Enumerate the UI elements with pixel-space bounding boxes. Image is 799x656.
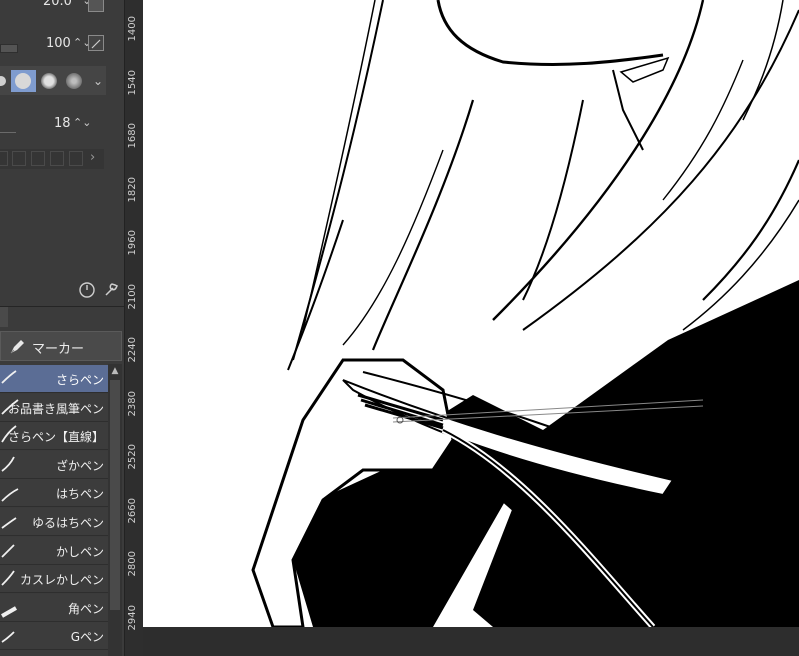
brush-stroke-preview-icon: [1, 631, 15, 644]
ruler-label: 2520: [127, 444, 138, 470]
reset-dial-icon[interactable]: [77, 280, 97, 300]
drawing-canvas[interactable]: [143, 0, 799, 627]
brush-name: はちペン: [55, 487, 104, 502]
chevron-down-icon[interactable]: ⌄: [87, 70, 109, 92]
empty-area: [0, 178, 110, 270]
size-link-icon[interactable]: [88, 0, 104, 12]
brush-stroke-preview-icon: [1, 606, 17, 618]
ruler-label: 2940: [127, 604, 138, 630]
tab-marker-label: マーカー: [32, 342, 85, 357]
texture-cell[interactable]: [31, 151, 45, 166]
texture-cell[interactable]: [50, 151, 64, 166]
brush-stroke-preview-icon: [1, 570, 15, 586]
brush-stroke-preview-icon: [1, 543, 15, 558]
brush-name: ゆるはちペン: [31, 516, 104, 530]
brush-stroke-preview-icon: [1, 456, 15, 472]
brush-item[interactable]: かしペン: [0, 536, 108, 565]
brush-item[interactable]: ゆるはちペン: [0, 508, 108, 536]
ruler-label: 2240: [127, 337, 138, 363]
texture-cell[interactable]: [0, 151, 8, 166]
ruler-label: 2100: [127, 283, 138, 309]
count-value[interactable]: 18: [54, 116, 71, 131]
tip-round-blur-icon[interactable]: [63, 70, 85, 92]
brush-item[interactable]: 角ペン: [0, 593, 108, 622]
brush-item[interactable]: さらペン: [0, 365, 108, 393]
chevron-right-icon[interactable]: ›: [90, 150, 95, 165]
texture-cell[interactable]: [12, 151, 26, 166]
brush-stroke-preview-icon: [1, 517, 17, 529]
brush-name: ざかペン: [55, 458, 104, 473]
brush-name: かしペン: [55, 544, 104, 559]
tool-panel: 20.0 ⌃⌄ 100 ⌃⌄ ⌄ 18 ⌃⌄ › マーカー さらペン お品書き風…: [0, 0, 124, 656]
size-row: 20.0 ⌃⌄: [0, 0, 110, 20]
ruler-label: 1540: [127, 69, 138, 95]
brush-name: 角ペン: [67, 601, 104, 616]
ruler-label: 2660: [127, 497, 138, 523]
brush-name: お品書き風筆ペン: [7, 401, 104, 416]
tab-marker[interactable]: マーカー: [0, 331, 122, 361]
brush-name: さらペン: [55, 373, 104, 387]
ruler-label: 1680: [127, 123, 138, 149]
opacity-slider[interactable]: [0, 44, 18, 53]
brush-name: カスレかしペン: [19, 573, 104, 588]
brush-stroke-preview-icon: [1, 370, 17, 384]
brush-stroke-preview-icon: [1, 488, 19, 503]
texture-cell[interactable]: [69, 151, 83, 166]
brush-item[interactable]: カスレかしペン: [0, 565, 108, 594]
brush-name: Gペン: [70, 630, 104, 645]
brush-tip-row: ⌄: [0, 66, 106, 95]
scroll-up-icon[interactable]: ▲: [108, 364, 122, 378]
wrench-icon[interactable]: [101, 280, 121, 300]
brush-item[interactable]: お品書き風筆ペン: [0, 393, 108, 422]
count-slider[interactable]: [0, 132, 16, 133]
opacity-row: 100 ⌃⌄: [0, 28, 110, 56]
brush-item[interactable]: Gペン: [0, 622, 108, 651]
pressure-toggle-icon[interactable]: [88, 35, 104, 51]
scroll-thumb[interactable]: [110, 380, 120, 610]
ruler-label: 1400: [127, 16, 138, 42]
brush-list-scrollbar[interactable]: ▲: [108, 364, 122, 656]
ruler-label: 1960: [127, 230, 138, 256]
brush-item[interactable]: はちペン: [0, 479, 108, 508]
ruler-label: 2380: [127, 390, 138, 416]
status-bar: [143, 627, 799, 656]
brush-item[interactable]: ざかペン: [0, 450, 108, 479]
tip-round-hard-icon[interactable]: [11, 70, 36, 92]
vertical-ruler: 1400 1540 1680 1820 1960 2100 2240 2380 2520 2660…: [124, 0, 144, 656]
ruler-label: 1820: [127, 176, 138, 202]
brush-name: さらペン【直線】: [7, 430, 104, 445]
texture-strip: ›: [0, 149, 104, 169]
marker-pen-icon: [9, 337, 25, 355]
brush-item[interactable]: さらペン【直線】: [0, 422, 108, 451]
artwork: [251, 0, 799, 627]
size-value[interactable]: 20.0: [43, 0, 72, 9]
opacity-value[interactable]: 100: [46, 36, 71, 51]
ruler-label: 2800: [127, 551, 138, 577]
divider: [0, 306, 124, 307]
count-row: 18 ⌃⌄: [0, 110, 110, 138]
count-spinner[interactable]: ⌃⌄: [73, 116, 91, 129]
panel-tab-stub[interactable]: [0, 307, 8, 327]
tip-partial-icon[interactable]: [0, 70, 8, 92]
tip-round-soft-icon[interactable]: [38, 70, 60, 92]
